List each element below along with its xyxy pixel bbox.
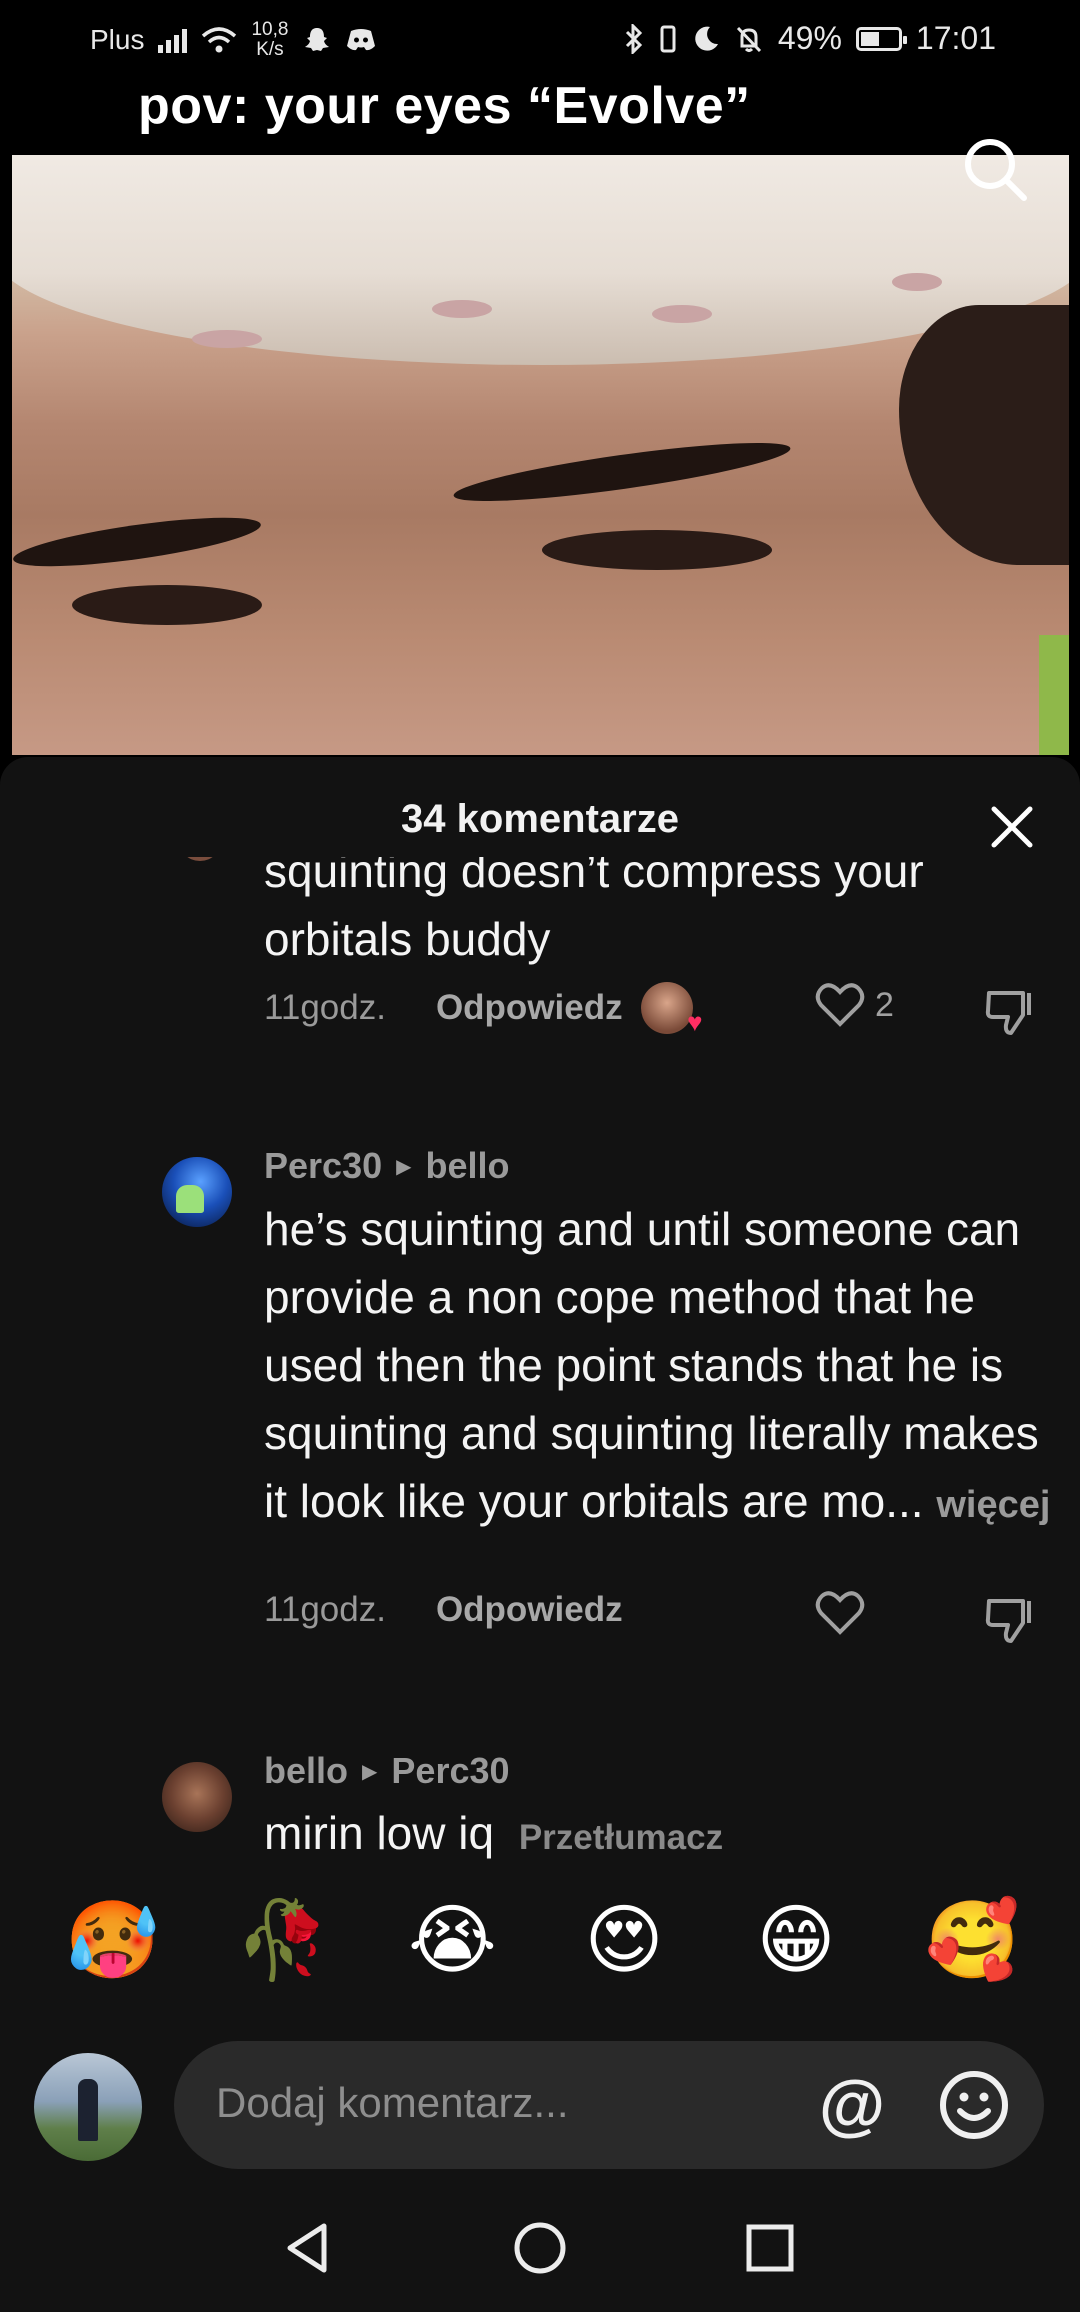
video-frame-left-brow <box>12 507 264 577</box>
mention-icon[interactable]: @ <box>814 2067 890 2143</box>
vibrate-icon <box>660 25 676 52</box>
comments-list[interactable]: squinting doesn’t compress your orbitals… <box>0 857 1080 1872</box>
emoji-wilted-flower[interactable]: 🥀 <box>235 1897 330 1985</box>
avatar[interactable] <box>162 1762 232 1832</box>
recents-icon[interactable] <box>740 2218 800 2278</box>
comment-author-line: Perc30 ▶ bello <box>264 1145 510 1187</box>
dislike-icon[interactable] <box>985 985 1039 1037</box>
system-nav-bar <box>0 2188 1080 2312</box>
snapchat-icon <box>305 28 330 51</box>
emoji-loudly-crying[interactable]: 😭 <box>408 1897 497 1985</box>
moon-icon <box>695 26 718 51</box>
like-button[interactable]: 2 <box>815 982 894 1028</box>
video-frame-left-eye <box>72 585 262 625</box>
video-player[interactable] <box>12 155 1069 755</box>
network-speed: 10,8 K/s <box>251 20 288 60</box>
comment-body: mirin low iq <box>264 1807 495 1859</box>
translate-link[interactable]: Przetłumacz <box>519 1818 723 1857</box>
reply-button[interactable]: Odpowiedz <box>436 988 623 1028</box>
comment-placeholder: Dodaj komentarz... <box>216 2079 569 2126</box>
reply-to-user[interactable]: Perc30 <box>391 1750 509 1792</box>
comment-meta: 11godz. Odpowiedz <box>264 1590 623 1630</box>
comments-sheet: 34 komentarze squinting doesn’t compress… <box>0 757 1080 2312</box>
speed-value: 10,8 <box>251 19 289 40</box>
my-avatar[interactable] <box>34 2053 142 2161</box>
video-frame-detail <box>192 330 262 348</box>
video-frame-background <box>1039 635 1069 755</box>
bluetooth-icon <box>625 23 642 54</box>
creator-liked-avatar: ♥ <box>640 982 703 1037</box>
comment-body: he’s squinting and until someone can pro… <box>264 1203 1039 1527</box>
heart-outline-icon <box>815 983 865 1027</box>
signal-icon <box>158 27 188 53</box>
reply-button[interactable]: Odpowiedz <box>436 1590 623 1630</box>
comments-count-title: 34 komentarze <box>401 797 679 841</box>
reply-arrow-icon: ▶ <box>362 1760 378 1783</box>
comment-composer: Dodaj komentarz... @ <box>0 2037 1080 2177</box>
battery-icon <box>855 26 907 51</box>
status-bar: Plus 10,8 K/s 49% 17:01 <box>0 0 1080 84</box>
comment-author[interactable]: Perc30 <box>264 1145 382 1187</box>
search-icon[interactable] <box>960 134 1032 206</box>
speed-unit: K/s <box>256 39 284 60</box>
comment-text: squinting doesn’t compress your orbitals… <box>264 857 924 965</box>
video-frame-hat <box>12 155 1069 365</box>
video-frame-right-brow <box>451 431 793 513</box>
comment-text: he’s squinting and until someone can pro… <box>264 1195 1054 1539</box>
back-icon[interactable] <box>278 2218 338 2278</box>
emoji-quick-bar: 🥵 🥀 😭 😍 😁 🥰 <box>0 1897 1080 1997</box>
reply-to-user[interactable]: bello <box>426 1145 510 1187</box>
avatar[interactable] <box>162 1157 232 1227</box>
bell-off-icon <box>736 26 761 52</box>
video-frame-hair <box>899 305 1069 565</box>
comment-time: 11godz. <box>264 1590 386 1629</box>
wifi-icon <box>202 27 237 53</box>
emoji-picker-icon[interactable] <box>936 2067 1012 2143</box>
video-frame-right-eye <box>542 530 772 570</box>
like-count: 2 <box>875 985 894 1024</box>
clock: 17:01 <box>915 20 996 56</box>
comment-text: mirin low iq Przetłumacz <box>264 1799 1054 1872</box>
heart-outline-icon <box>815 1591 865 1635</box>
comment-time: 11godz. <box>264 988 386 1027</box>
video-caption: pov: your eyes “Evolve” <box>138 77 751 135</box>
comment-meta: 11godz. Odpowiedz ♥ <box>264 982 703 1037</box>
close-icon[interactable] <box>988 803 1036 851</box>
emoji-heart-eyes[interactable]: 😍 <box>580 1897 668 1985</box>
carrier-label: Plus <box>90 24 145 55</box>
battery-percent: 49% <box>777 20 842 56</box>
comment-input[interactable]: Dodaj komentarz... @ <box>174 2041 1044 2169</box>
reply-arrow-icon: ▶ <box>396 1155 412 1178</box>
comment-author-line: bello ▶ Perc30 <box>264 1750 510 1792</box>
video-frame-detail <box>892 273 942 291</box>
heart-icon: ♥ <box>687 1007 703 1037</box>
comment-author[interactable]: bello <box>264 1750 348 1792</box>
video-frame-detail <box>652 305 712 323</box>
status-left: Plus 10,8 K/s <box>90 20 376 60</box>
discord-icon <box>347 29 376 51</box>
emoji-smiling-hearts[interactable]: 🥰 <box>925 1897 1020 1985</box>
home-icon[interactable] <box>510 2218 570 2278</box>
avatar[interactable] <box>178 857 222 861</box>
video-frame-detail <box>432 300 492 318</box>
emoji-grin[interactable]: 😁 <box>752 1897 840 1985</box>
dislike-icon[interactable] <box>985 1593 1039 1645</box>
status-right: 49% 17:01 <box>624 20 996 57</box>
more-link[interactable]: więcej <box>936 1484 1050 1526</box>
like-button[interactable] <box>815 1590 865 1636</box>
emoji-hot-face[interactable]: 🥵 <box>65 1897 160 1985</box>
